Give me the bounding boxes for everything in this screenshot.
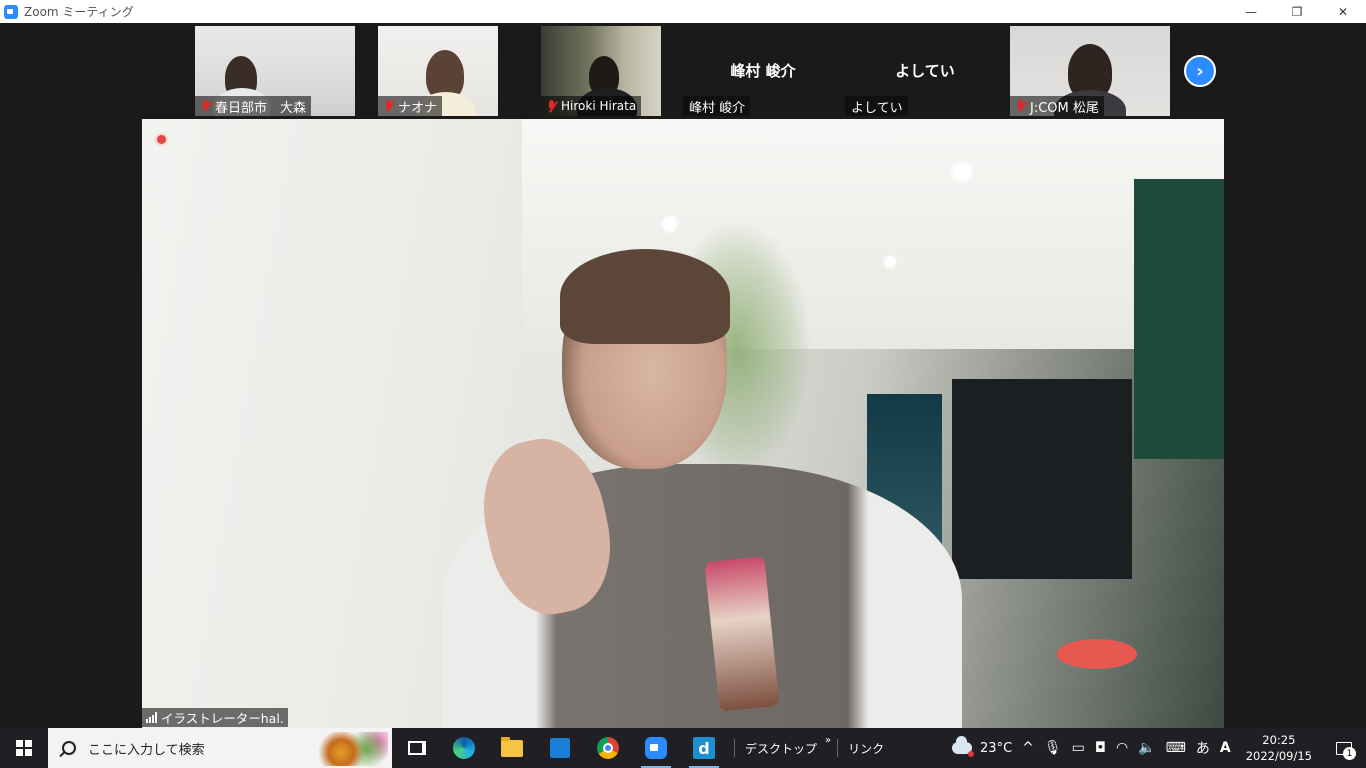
microphone-tray-button[interactable]: 🎙 [1039, 728, 1067, 768]
start-button[interactable] [0, 728, 48, 768]
search-highlight-image [316, 732, 388, 766]
participant-name-display: よしてい [895, 62, 955, 80]
system-tray: 23°C ^ 🎙 ▭ ◘ ◠ 🔈 ⌨ あ A 20:25 2022/09/15 … [947, 728, 1366, 768]
windows-logo-icon [16, 740, 32, 756]
recording-indicator-icon [155, 133, 168, 146]
participant-name-label: 春日部市 大森 [195, 96, 312, 116]
zoom-taskbar-button[interactable] [632, 728, 680, 768]
taskbar-separator [837, 739, 839, 757]
connection-signal-icon [146, 712, 157, 723]
task-view-button[interactable] [392, 728, 440, 768]
chrome-icon [597, 737, 619, 759]
room-green-wall [1134, 179, 1224, 459]
participant-name: 春日部市 大森 [215, 100, 307, 116]
participant-name-display: 峰村 峻介 [730, 62, 796, 80]
ceiling-light [660, 214, 680, 234]
ime-mode: あ [1195, 741, 1210, 757]
keyboard-tray-button[interactable]: ⌨ [1161, 728, 1191, 768]
ceiling-light [949, 159, 975, 185]
room-stool [1057, 639, 1137, 669]
window-title: Zoom ミーティング [24, 5, 134, 19]
mic-muted-icon [200, 99, 212, 113]
room-doorway [952, 379, 1132, 579]
d-app-button[interactable]: d [680, 728, 728, 768]
participant-name: ナオナ [398, 100, 438, 116]
participant-tile[interactable]: ナオナ [378, 26, 498, 116]
action-center-button[interactable]: 1 [1322, 728, 1366, 768]
participant-tile[interactable]: よしてい よしてい [845, 26, 1005, 116]
taskbar-clock[interactable]: 20:25 2022/09/15 [1236, 732, 1322, 764]
window-controls: — ❐ ✕ [1228, 0, 1366, 23]
keyboard-icon: ⌨ [1165, 740, 1186, 756]
zoom-icon [645, 737, 667, 759]
mic-muted-icon [1015, 99, 1027, 113]
camera-icon: ◘ [1094, 740, 1106, 756]
show-hidden-icons-button[interactable]: ^ [1017, 728, 1039, 768]
minimize-button[interactable]: — [1228, 0, 1274, 23]
battery-icon: ▭ [1071, 740, 1085, 756]
adobe-tray-button[interactable]: A [1215, 728, 1236, 768]
participant-name-label: ナオナ [378, 96, 443, 116]
file-explorer-button[interactable] [488, 728, 536, 768]
weather-temperature: 23°C [980, 740, 1013, 756]
participant-name: J:COM 松尾 [1030, 100, 1099, 116]
weather-widget[interactable]: 23°C [947, 728, 1017, 768]
active-speaker-video[interactable] [142, 119, 1224, 728]
camera-tray-button[interactable]: ◘ [1090, 728, 1111, 768]
chrome-button[interactable] [584, 728, 632, 768]
clock-date: 2022/09/15 [1245, 749, 1312, 763]
links-toolbar[interactable]: リンク [844, 740, 888, 757]
chevron-up-icon: ^ [1022, 740, 1034, 756]
participant-tile[interactable]: 峰村 峻介 峰村 峻介 [683, 26, 843, 116]
active-speaker-label: イラストレーターhal. [142, 708, 288, 727]
adobe-icon: A [1219, 740, 1231, 756]
battery-tray-button[interactable]: ▭ [1067, 728, 1090, 768]
edge-button[interactable] [440, 728, 488, 768]
edge-icon [453, 737, 475, 759]
cloud-icon [952, 736, 975, 757]
participant-tile[interactable]: J:COM 松尾 [1010, 26, 1170, 116]
ime-mode-button[interactable]: あ [1191, 728, 1215, 768]
search-icon [62, 741, 76, 755]
notification-count: 1 [1343, 747, 1356, 760]
mic-muted-icon [546, 99, 558, 113]
toolbar-overflow-icon[interactable]: » [825, 735, 831, 746]
d-app-icon: d [693, 737, 715, 759]
microphone-icon: 🎙 [1043, 740, 1062, 756]
participant-name: Hiroki Hirata [561, 99, 637, 113]
speaker-hair [560, 249, 730, 344]
chevron-right-icon: › [1196, 60, 1204, 82]
speaker-icon: 🔈 [1138, 740, 1156, 756]
meeting-stage: 春日部市 大森 ナオナ Hiroki Hirata 峰村 峻介 峰村 峻介 よし… [0, 23, 1366, 728]
participant-tile[interactable]: 春日部市 大森 [195, 26, 355, 116]
store-icon [550, 738, 570, 758]
taskbar-separator [734, 739, 735, 757]
taskbar-search[interactable]: ここに入力して検索 [48, 728, 392, 768]
title-bar: Zoom ミーティング — ❐ ✕ [0, 0, 1366, 23]
next-page-button[interactable]: › [1184, 55, 1216, 87]
participant-name: よしてい [851, 100, 903, 116]
store-button[interactable] [536, 728, 584, 768]
search-placeholder: ここに入力して検索 [88, 742, 205, 758]
participant-name-label: 峰村 峻介 [683, 96, 751, 116]
mic-muted-icon [383, 99, 395, 113]
clock-time: 20:25 [1262, 733, 1296, 747]
participant-name-label: Hiroki Hirata [541, 96, 642, 116]
folder-icon [501, 736, 523, 757]
volume-tray-button[interactable]: 🔈 [1133, 728, 1160, 768]
active-speaker-name: イラストレーターhal. [161, 711, 284, 726]
participant-name-label: J:COM 松尾 [1010, 96, 1104, 116]
restore-button[interactable]: ❐ [1274, 0, 1320, 23]
zoom-app-icon [4, 4, 18, 19]
ceiling-light [882, 254, 898, 270]
participant-name: 峰村 峻介 [689, 100, 746, 116]
task-view-icon [408, 741, 426, 755]
desktop-toolbar[interactable]: デスクトップ [741, 740, 821, 757]
wifi-icon: ◠ [1115, 740, 1129, 756]
participant-name-label: よしてい [845, 96, 908, 116]
close-button[interactable]: ✕ [1320, 0, 1366, 23]
taskbar: ここに入力して検索 d デスクトップ » リンク 23°C ^ 🎙 ▭ ◘ ◠ … [0, 728, 1366, 768]
network-tray-button[interactable]: ◠ [1111, 728, 1133, 768]
participant-tile[interactable]: Hiroki Hirata [541, 26, 661, 116]
